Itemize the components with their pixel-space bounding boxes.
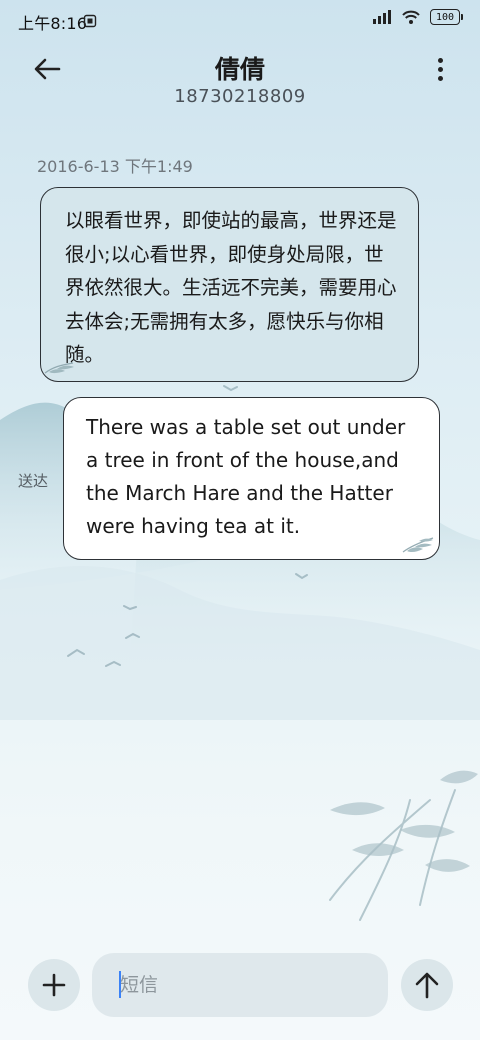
message-timestamp: 2016-6-13 下午1:49 [37,157,193,176]
arrow-up-icon [415,972,439,999]
sent-message-text: There was a table set out under a tree i… [86,415,406,538]
wifi-icon [402,10,420,24]
delivered-status: 送达 [18,472,49,490]
send-button[interactable] [401,959,453,1011]
text-cursor [119,971,121,998]
battery-level: 100 [435,11,455,23]
more-options-button[interactable] [430,54,450,84]
message-input[interactable] [92,953,388,1017]
status-time: 上午8:16 [18,14,88,33]
contact-phone-number: 18730218809 [174,86,306,107]
more-vertical-icon [437,57,443,63]
add-attachment-button[interactable] [28,959,80,1011]
battery-icon: 100 [430,9,463,25]
bamboo-decoration-icon [44,362,74,374]
bamboo-decoration-icon [402,537,434,553]
contact-name: 倩倩 [214,55,265,84]
plus-icon [42,973,66,997]
sent-message-bubble[interactable]: There was a table set out under a tree i… [63,397,440,560]
signal-icon [373,10,391,24]
received-message-text: 以眼看世界，即使站的最高，世界还是很小;以心看世界，即使身处局限，世界依然很大。… [65,209,397,366]
status-icons: 100 [372,9,463,25]
received-message-bubble[interactable]: 以眼看世界，即使站的最高，世界还是很小;以心看世界，即使身处局限，世界依然很大。… [40,187,419,382]
sim-icon [83,14,97,28]
status-bar: 上午8:16 100 [0,0,480,40]
